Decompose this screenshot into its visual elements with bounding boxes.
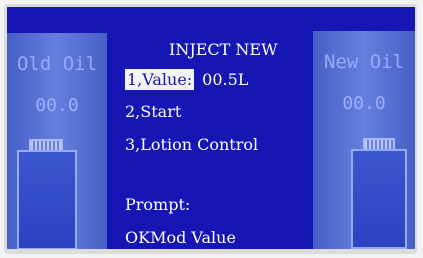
old-oil-tank xyxy=(17,150,77,249)
menu-title: INJECT NEW xyxy=(169,40,278,59)
new-oil-title: New Oil xyxy=(323,51,405,73)
inject-menu: INJECT NEW 1,Value: 00.5L 2,Start 3,Lotio… xyxy=(115,7,313,249)
new-oil-panel: New Oil 00.0 xyxy=(313,31,415,249)
prompt-label: Prompt: xyxy=(125,195,191,214)
new-oil-value: 00.0 xyxy=(342,93,386,114)
inject-value[interactable]: 00.5L xyxy=(202,70,248,89)
old-oil-value: 00.0 xyxy=(35,95,79,116)
menu-item-lotion-control[interactable]: 3,Lotion Control xyxy=(125,135,258,154)
new-oil-tank xyxy=(351,149,407,249)
old-oil-title: Old Oil xyxy=(16,53,98,75)
lcd-screen: Old Oil 00.0 INJECT NEW 1,Value: 00.5L 2,… xyxy=(7,7,415,249)
old-oil-panel: Old Oil 00.0 xyxy=(7,33,107,249)
menu-item-value[interactable]: 1,Value: 00.5L xyxy=(125,69,248,90)
menu-item-start[interactable]: 2,Start xyxy=(125,102,181,121)
menu-item-value-label[interactable]: 1,Value: xyxy=(125,69,195,90)
prompt-message: OKMod Value xyxy=(125,228,236,247)
